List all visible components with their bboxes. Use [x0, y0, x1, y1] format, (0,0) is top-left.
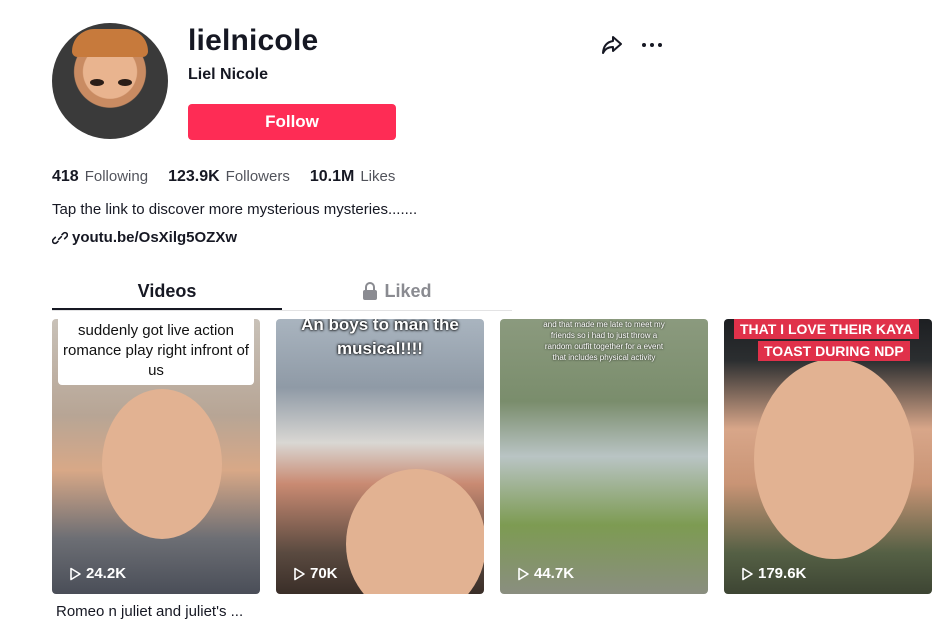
tab-videos[interactable]: Videos	[52, 276, 282, 310]
profile-stats: 418 Following 123.9K Followers 10.1M Likes	[52, 168, 395, 186]
video-caption: suddenly got live action romance play ri…	[58, 319, 254, 385]
link-icon	[52, 231, 68, 244]
view-count-text: 70K	[310, 565, 338, 582]
following-label: Following	[84, 168, 149, 185]
username: lielnicole	[188, 24, 319, 57]
likes-count: 10.1M	[309, 168, 355, 185]
bio-text: Tap the link to discover more mysterious…	[52, 201, 418, 218]
view-count: 179.6K	[740, 565, 806, 582]
video-card[interactable]: and that made me late to meet my friends…	[500, 319, 708, 594]
tab-videos-label: Videos	[137, 281, 197, 301]
tab-liked[interactable]: Liked	[282, 276, 512, 310]
following-stat[interactable]: 418 Following	[52, 168, 148, 186]
video-caption-line: THAT I LOVE THEIR KAYA	[734, 319, 919, 339]
video-caption: An boys to man the musical!!!!	[301, 319, 459, 358]
followers-label: Followers	[225, 168, 290, 185]
video-description[interactable]: Romeo n juliet and juliet's ...	[56, 603, 243, 620]
nickname: Liel Nicole	[188, 66, 269, 83]
lock-icon	[363, 282, 378, 300]
video-card[interactable]: THAT I LOVE THEIR KAYA TOAST DURING NDP …	[724, 319, 932, 594]
view-count: 70K	[292, 565, 338, 582]
video-card[interactable]: An boys to man the musical!!!! 70K	[276, 319, 484, 594]
video-caption: and that made me late to meet my friends…	[543, 320, 665, 362]
video-caption-line: TOAST DURING NDP	[758, 341, 910, 361]
play-icon	[518, 567, 529, 580]
video-thumbnail-face	[346, 469, 484, 594]
followers-count: 123.9K	[168, 168, 220, 185]
avatar-hair	[72, 29, 148, 57]
likes-stat: 10.1M Likes	[310, 168, 396, 186]
likes-label: Likes	[360, 168, 396, 185]
following-count: 418	[52, 168, 79, 185]
avatar[interactable]	[52, 23, 168, 139]
share-icon[interactable]	[600, 33, 624, 57]
active-tab-indicator	[52, 308, 282, 310]
followers-stat[interactable]: 123.9K Followers	[168, 168, 290, 186]
view-count-text: 179.6K	[758, 565, 807, 582]
view-count-text: 44.7K	[534, 565, 575, 582]
tab-liked-label: Liked	[384, 281, 432, 301]
view-count: 44.7K	[516, 565, 574, 582]
video-thumbnail-face	[102, 389, 222, 539]
video-thumbnail-face	[754, 359, 914, 559]
follow-button[interactable]: Follow	[188, 104, 396, 140]
more-icon[interactable]	[640, 33, 664, 57]
video-card[interactable]: suddenly got live action romance play ri…	[52, 319, 260, 594]
play-icon	[70, 567, 81, 580]
play-icon	[294, 567, 305, 580]
bio-link-text: youtu.be/OsXilg5OZXw	[72, 229, 238, 246]
bio-link[interactable]: youtu.be/OsXilg5OZXw	[52, 229, 237, 246]
profile-tabs: Videos Liked	[52, 276, 512, 311]
avatar-eye	[90, 79, 104, 86]
play-icon	[742, 567, 753, 580]
avatar-eye	[118, 79, 132, 86]
video-caption: THAT I LOVE THEIR KAYA TOAST DURING NDP	[734, 319, 924, 363]
view-count: 24.2K	[68, 565, 126, 582]
view-count-text: 24.2K	[86, 565, 127, 582]
